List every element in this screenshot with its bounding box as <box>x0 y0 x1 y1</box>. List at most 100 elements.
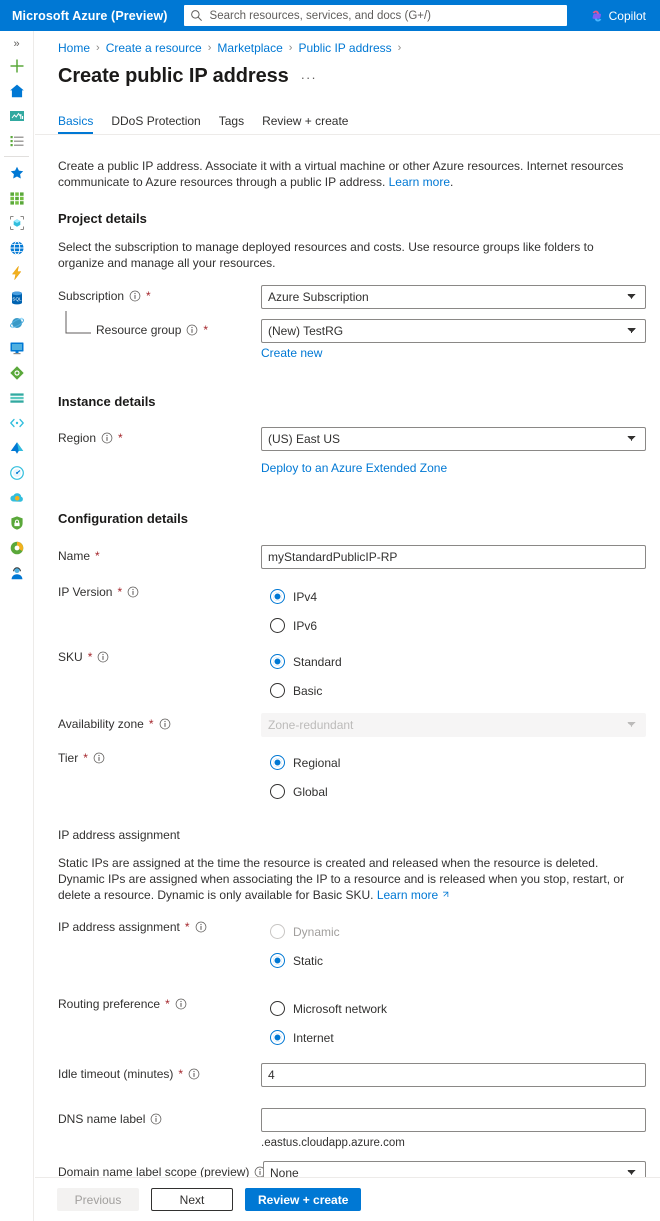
subscription-select[interactable]: Azure Subscription <box>261 285 646 309</box>
info-icon[interactable] <box>127 586 139 598</box>
control-subscription: Azure Subscription <box>261 285 646 309</box>
sidebar-item-help-and-support[interactable] <box>0 560 33 585</box>
sidebar-item-all-services[interactable] <box>0 128 33 153</box>
sidebar-item-defender-for-cloud[interactable] <box>0 510 33 535</box>
info-icon[interactable] <box>97 651 109 663</box>
dns-name-label-input[interactable] <box>261 1108 646 1132</box>
label-availability-zone: Availability zone * <box>58 713 261 731</box>
radio-routing-microsoft-network[interactable]: Microsoft network <box>270 994 646 1023</box>
page-header: Create public IP address ··· <box>35 55 660 88</box>
subsection-heading-ip-address-assignment: IP address assignment <box>58 828 180 842</box>
info-icon[interactable] <box>195 921 207 933</box>
info-icon[interactable] <box>129 290 141 302</box>
label-routing-preference: Routing preference * <box>58 993 261 1011</box>
expand-sidebar-chevron-icon[interactable]: » <box>0 35 33 53</box>
tree-connector-line <box>65 311 91 334</box>
more-options-icon[interactable]: ··· <box>301 70 317 85</box>
radio-tier-global[interactable]: Global <box>270 777 646 806</box>
tab-basics[interactable]: Basics <box>58 114 102 134</box>
sidebar-item-home[interactable] <box>0 78 33 103</box>
required-asterisk: * <box>117 585 123 599</box>
create-new-resource-group-link[interactable]: Create new <box>261 346 322 360</box>
sidebar-item-sql-databases[interactable]: SQL <box>0 285 33 310</box>
breadcrumb-separator: › <box>288 42 293 54</box>
tab-tags[interactable]: Tags <box>210 114 253 134</box>
name-input[interactable] <box>261 545 646 569</box>
sidebar-item-cost-management[interactable] <box>0 535 33 560</box>
section-heading-project-details: Project details <box>58 211 147 226</box>
radio-ipv4[interactable]: IPv4 <box>270 582 646 611</box>
required-asterisk: * <box>165 997 170 1011</box>
copilot-button[interactable]: Copilot <box>584 0 652 31</box>
required-asterisk: * <box>146 289 151 303</box>
label-tier: Tier * <box>58 747 261 765</box>
control-routing-preference: Microsoft network Internet <box>270 993 646 1052</box>
breadcrumb-item-create-a-resource[interactable]: Create a resource <box>106 41 202 55</box>
entra-id-icon <box>9 440 25 456</box>
info-icon[interactable] <box>101 432 113 444</box>
radio-routing-internet[interactable]: Internet <box>270 1023 646 1052</box>
label-tier-text: Tier <box>58 751 79 765</box>
azure-brand-label[interactable]: Microsoft Azure (Preview) <box>0 9 168 23</box>
sidebar-item-storage-accounts[interactable] <box>0 385 33 410</box>
all-services-icon <box>9 133 25 149</box>
search-input[interactable] <box>207 8 561 23</box>
sidebar-item-app-services[interactable] <box>0 235 33 260</box>
control-ip-version: IPv4 IPv6 <box>270 581 646 640</box>
region-select[interactable]: (US) East US <box>261 427 646 451</box>
sidebar-item-create-a-resource[interactable] <box>0 53 33 78</box>
idle-timeout-input[interactable] <box>261 1063 646 1087</box>
radio-assignment-static[interactable]: Static <box>270 946 646 975</box>
sidebar-item-virtual-networks[interactable] <box>0 410 33 435</box>
sidebar-item-monitor[interactable] <box>0 460 33 485</box>
control-region: (US) East US Deploy to an Azure Extended… <box>261 427 646 475</box>
cost-management-icon <box>9 540 25 556</box>
radio-sku-basic[interactable]: Basic <box>270 676 646 705</box>
breadcrumb-item-home[interactable]: Home <box>58 41 90 55</box>
info-icon[interactable] <box>188 1068 200 1080</box>
radio-mark <box>270 589 285 604</box>
sidebar-item-cosmos-db[interactable] <box>0 310 33 335</box>
sidebar-item-dashboard[interactable] <box>0 103 33 128</box>
info-icon[interactable] <box>159 718 171 730</box>
radio-mark <box>270 618 285 633</box>
tab-review-create[interactable]: Review + create <box>253 114 357 134</box>
radio-sku-standard[interactable]: Standard <box>270 647 646 676</box>
sidebar-item-entra-id[interactable] <box>0 435 33 460</box>
sidebar-item-all-resources[interactable] <box>0 185 33 210</box>
radio-ipv6[interactable]: IPv6 <box>270 611 646 640</box>
breadcrumb-separator: › <box>96 42 100 54</box>
tab-ddos-protection[interactable]: DDoS Protection <box>102 114 209 134</box>
label-dns-name-label-text: DNS name label <box>58 1112 146 1126</box>
breadcrumb-item-marketplace[interactable]: Marketplace <box>217 41 282 55</box>
info-icon[interactable] <box>186 324 198 336</box>
radio-mark <box>270 953 285 968</box>
sidebar-item-load-balancers[interactable] <box>0 360 33 385</box>
label-sku-text: SKU <box>58 650 83 664</box>
info-icon[interactable] <box>150 1113 162 1125</box>
intro-learn-more-link[interactable]: Learn more <box>389 175 450 189</box>
deploy-extended-zone-link[interactable]: Deploy to an Azure Extended Zone <box>261 461 447 475</box>
sidebar-item-function-app[interactable] <box>0 260 33 285</box>
ip-assignment-learn-more-link[interactable]: Learn more <box>377 888 438 902</box>
info-icon[interactable] <box>93 752 105 764</box>
breadcrumb-item-public-ip-address[interactable]: Public IP address <box>298 41 391 55</box>
label-ip-version-text: IP Version <box>58 585 113 599</box>
radio-ipv4-label: IPv4 <box>293 589 318 604</box>
sidebar-item-virtual-machines[interactable] <box>0 335 33 360</box>
intro-paragraph: Create a public IP address. Associate it… <box>58 158 636 190</box>
info-icon[interactable] <box>175 998 187 1010</box>
storage-accounts-icon <box>9 390 25 406</box>
global-search[interactable] <box>183 5 567 26</box>
next-button[interactable]: Next <box>151 1188 233 1211</box>
sidebar-item-favorites[interactable] <box>0 160 33 185</box>
project-details-description: Select the subscription to manage deploy… <box>58 240 594 270</box>
resource-group-select[interactable]: (New) TestRG <box>261 319 646 343</box>
required-asterisk: * <box>87 650 93 664</box>
sidebar-item-advisor[interactable] <box>0 485 33 510</box>
advisor-icon <box>9 490 25 506</box>
label-subscription: Subscription * <box>58 285 261 303</box>
radio-tier-regional[interactable]: Regional <box>270 748 646 777</box>
review-create-button[interactable]: Review + create <box>245 1188 362 1211</box>
sidebar-item-resource-groups[interactable] <box>0 210 33 235</box>
